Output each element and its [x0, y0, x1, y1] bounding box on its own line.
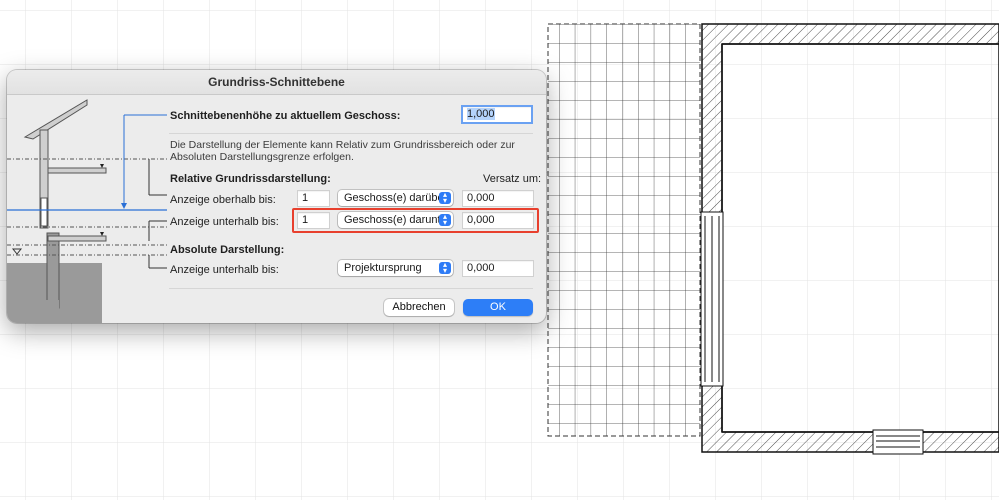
above-storey-value: Geschoss(e) darüber	[344, 192, 448, 204]
relative-heading: Relative Grundrissdarstellung:	[170, 173, 331, 185]
absolute-below-select[interactable]: Projektursprung ▴ ▾	[338, 260, 453, 276]
dialog-title: Grundriss-Schnittebene	[7, 70, 546, 95]
description-text: Die Darstellung der Elemente kann Relati…	[170, 139, 515, 163]
above-storey-select[interactable]: Geschoss(e) darüber ▴ ▾	[338, 190, 453, 206]
chevron-updown-icon: ▴ ▾	[439, 261, 451, 275]
separator	[169, 133, 533, 134]
above-label: Anzeige oberhalb bis:	[170, 194, 276, 206]
tile-area	[547, 23, 701, 437]
absolute-heading: Absolute Darstellung:	[170, 244, 285, 256]
absolute-below-label: Anzeige unterhalb bis:	[170, 264, 279, 276]
cut-plane-label: Schnittebenenhöhe zu aktuellem Geschoss:	[170, 110, 401, 122]
window-bottom	[872, 429, 924, 455]
annotation-highlight	[292, 208, 539, 233]
absolute-below-value: Projektursprung	[344, 262, 422, 274]
absolute-below-offset-input[interactable]: 0,000	[462, 260, 534, 277]
section-illustration	[7, 99, 167, 323]
cut-plane-input[interactable]: 1,000	[461, 105, 533, 124]
ok-button[interactable]: OK	[463, 299, 533, 316]
below-label: Anzeige unterhalb bis:	[170, 216, 279, 228]
cut-plane-dialog: Grundriss-Schnittebene Schnittebenenhöhe…	[7, 70, 546, 323]
separator	[169, 288, 533, 289]
above-offset-input[interactable]: 0,000	[462, 190, 534, 207]
chevron-updown-icon: ▴ ▾	[439, 191, 451, 205]
offset-heading: Versatz um:	[483, 173, 542, 185]
cancel-button[interactable]: Abbrechen	[384, 299, 454, 316]
above-count-input[interactable]: 1	[297, 190, 330, 207]
window-left	[700, 211, 724, 387]
